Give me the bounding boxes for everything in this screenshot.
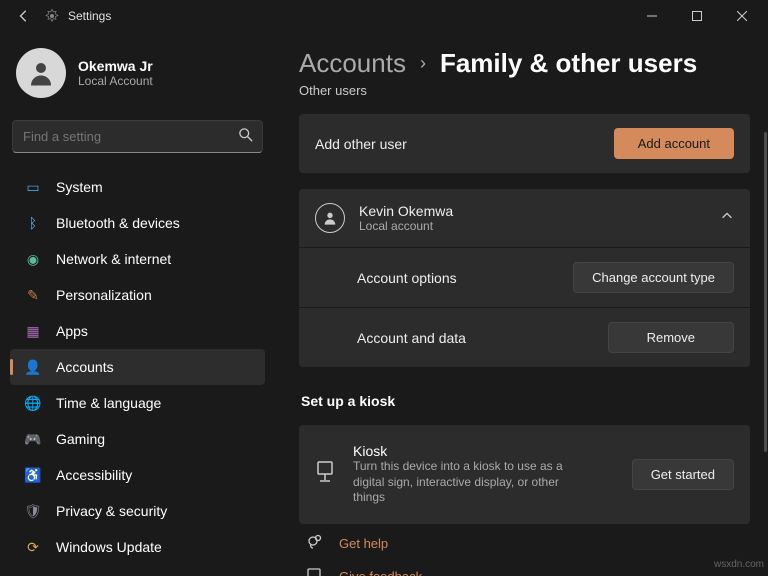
nav-windows-update[interactable]: ⟳Windows Update xyxy=(10,529,265,565)
kiosk-description: Turn this device into a kiosk to use as … xyxy=(353,459,583,506)
display-icon: ▭ xyxy=(24,178,42,196)
chevron-right-icon: › xyxy=(420,53,426,74)
minimize-button[interactable] xyxy=(629,0,674,32)
add-other-user-label: Add other user xyxy=(315,136,407,152)
search-icon xyxy=(239,128,253,147)
search-input[interactable] xyxy=(12,120,263,153)
person-icon: 👤 xyxy=(24,358,42,376)
update-icon: ⟳ xyxy=(24,538,42,556)
accessibility-icon: ♿ xyxy=(24,466,42,484)
brush-icon: ✎ xyxy=(24,286,42,304)
kiosk-section-title: Set up a kiosk xyxy=(301,393,750,409)
nav-apps[interactable]: ▦Apps xyxy=(10,313,265,349)
breadcrumb: Accounts › Family & other users xyxy=(299,32,750,79)
scrollbar[interactable] xyxy=(764,132,767,452)
current-user[interactable]: Okemwa Jr Local Account xyxy=(10,40,265,114)
nav-time-language[interactable]: 🌐Time & language xyxy=(10,385,265,421)
nav-network[interactable]: ◉Network & internet xyxy=(10,241,265,277)
other-users-header: Other users xyxy=(299,83,750,98)
remove-button[interactable]: Remove xyxy=(608,322,734,353)
apps-icon: ▦ xyxy=(24,322,42,340)
person-icon xyxy=(315,203,345,233)
kiosk-title: Kiosk xyxy=(353,443,614,459)
wifi-icon: ◉ xyxy=(24,250,42,268)
kiosk-icon xyxy=(315,461,335,488)
nav-system[interactable]: ▭System xyxy=(10,169,265,205)
avatar xyxy=(16,48,66,98)
get-help-link[interactable]: Get help xyxy=(339,536,388,551)
account-options-label: Account options xyxy=(357,270,457,286)
nav-personalization[interactable]: ✎Personalization xyxy=(10,277,265,313)
close-button[interactable] xyxy=(719,0,764,32)
nav-accessibility[interactable]: ♿Accessibility xyxy=(10,457,265,493)
chevron-up-icon[interactable] xyxy=(720,209,734,228)
user-type: Local Account xyxy=(78,74,153,88)
user-entry[interactable]: Kevin Okemwa Local account xyxy=(299,189,750,247)
globe-icon: 🌐 xyxy=(24,394,42,412)
account-data-label: Account and data xyxy=(357,330,466,346)
watermark: wsxdn.com xyxy=(714,559,764,570)
bluetooth-icon: ᛒ xyxy=(24,214,42,232)
app-title: Settings xyxy=(68,9,111,23)
user-entry-type: Local account xyxy=(359,219,453,233)
maximize-button[interactable] xyxy=(674,0,719,32)
nav-gaming[interactable]: 🎮Gaming xyxy=(10,421,265,457)
user-name: Okemwa Jr xyxy=(78,58,153,74)
settings-app-icon xyxy=(44,8,60,24)
help-icon xyxy=(307,534,323,553)
get-started-button[interactable]: Get started xyxy=(632,459,734,490)
shield-icon: 🛡 xyxy=(24,502,42,520)
nav-privacy[interactable]: 🛡Privacy & security xyxy=(10,493,265,529)
nav-accounts[interactable]: 👤Accounts xyxy=(10,349,265,385)
nav-bluetooth[interactable]: ᛒBluetooth & devices xyxy=(10,205,265,241)
breadcrumb-parent[interactable]: Accounts xyxy=(299,48,406,79)
feedback-icon xyxy=(307,567,323,576)
change-account-type-button[interactable]: Change account type xyxy=(573,262,734,293)
gamepad-icon: 🎮 xyxy=(24,430,42,448)
give-feedback-link[interactable]: Give feedback xyxy=(339,569,422,576)
back-button[interactable] xyxy=(4,0,44,32)
add-account-button[interactable]: Add account xyxy=(614,128,734,159)
page-title: Family & other users xyxy=(440,48,697,79)
user-entry-name: Kevin Okemwa xyxy=(359,203,453,219)
